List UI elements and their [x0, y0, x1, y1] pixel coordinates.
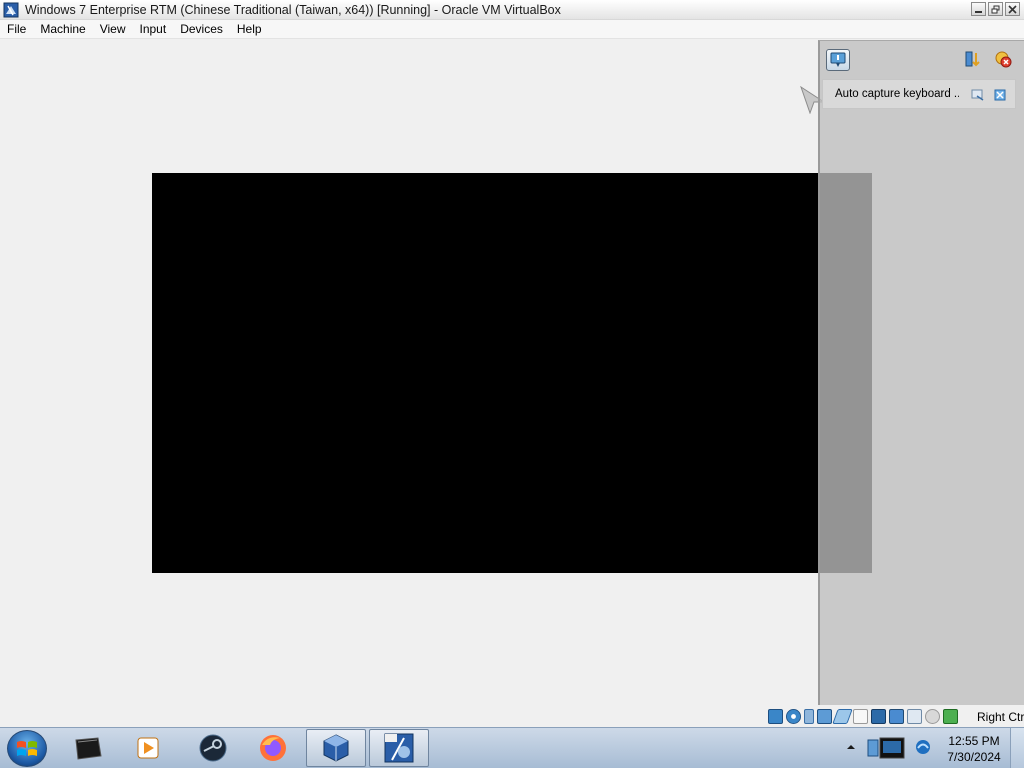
windows-start-icon	[17, 740, 37, 756]
virtualbox-manager-icon	[323, 734, 349, 762]
menu-bar: File Machine View Input Devices Help	[0, 20, 1024, 39]
notification-center-icon	[830, 52, 846, 67]
taskbar-app-terminal[interactable]	[58, 729, 118, 767]
network-monitor-icon[interactable]	[866, 734, 910, 764]
menu-machine[interactable]: Machine	[33, 20, 92, 39]
notification-center-panel: Auto capture keyboard ...	[818, 40, 1024, 705]
dismiss-all-icon[interactable]	[994, 50, 1012, 68]
keyboard-icon[interactable]	[943, 709, 958, 724]
details-icon[interactable]	[971, 88, 985, 102]
minimize-icon	[975, 10, 982, 13]
vm-status-bar: Right Ctrl	[0, 705, 1024, 727]
toggle-ordering-icon[interactable]	[964, 50, 982, 68]
taskbar-app-firefox[interactable]	[243, 729, 303, 767]
menu-input[interactable]: Input	[133, 20, 174, 39]
audio-icon[interactable]	[804, 709, 814, 724]
window-title: Windows 7 Enterprise RTM (Chinese Tradit…	[25, 2, 561, 17]
taskbar-app-steam[interactable]	[183, 729, 243, 767]
edge-icon[interactable]	[914, 738, 932, 756]
virtualbox-icon	[3, 2, 19, 17]
notification-text: Auto capture keyboard ...	[835, 88, 959, 100]
shared-folders-icon[interactable]	[853, 709, 868, 724]
taskbar: 12:55 PM 7/30/2024	[0, 727, 1024, 768]
close-button[interactable]	[1005, 2, 1020, 16]
host-key-label: Right Ctrl	[977, 710, 1024, 724]
cpu-icon[interactable]	[925, 709, 940, 724]
minimize-button[interactable]	[971, 2, 986, 16]
vm-screen[interactable]	[152, 173, 872, 573]
close-icon	[1008, 4, 1017, 14]
start-button[interactable]	[7, 730, 47, 767]
terminal-icon	[75, 737, 102, 760]
show-hidden-icons-icon[interactable]	[846, 742, 856, 752]
title-bar[interactable]: Windows 7 Enterprise RTM (Chinese Tradit…	[0, 0, 1024, 20]
optical-drive-icon[interactable]	[786, 709, 801, 724]
clock-date: 7/30/2024	[947, 750, 1001, 764]
taskbar-app-virtualbox-manager[interactable]	[306, 729, 366, 767]
notification-center-button[interactable]	[826, 49, 850, 71]
mouse-integration-icon[interactable]	[907, 709, 922, 724]
restore-button[interactable]	[988, 2, 1003, 16]
media-player-icon	[137, 737, 159, 759]
notification-center-toolbar	[820, 41, 1024, 75]
firefox-icon	[260, 735, 286, 761]
clock-time: 12:55 PM	[948, 734, 1000, 748]
taskbar-app-virtualbox-vm[interactable]	[369, 729, 429, 767]
menu-devices[interactable]: Devices	[173, 20, 230, 39]
menu-view[interactable]: View	[93, 20, 133, 39]
menu-file[interactable]: File	[0, 20, 33, 39]
virtualbox-vm-icon	[384, 733, 414, 763]
hard-disk-icon[interactable]	[768, 709, 783, 724]
display-icon[interactable]	[871, 709, 886, 724]
close-icon[interactable]	[993, 88, 1007, 102]
notification-item[interactable]: Auto capture keyboard ...	[822, 79, 1016, 109]
usb-icon[interactable]	[832, 709, 853, 724]
steam-icon	[199, 734, 227, 762]
restore-icon	[991, 5, 1000, 13]
video-capture-icon[interactable]	[889, 709, 904, 724]
taskbar-app-media-player[interactable]	[118, 729, 178, 767]
taskbar-clock[interactable]: 12:55 PM 7/30/2024	[940, 733, 1008, 765]
show-desktop-button[interactable]	[1010, 728, 1024, 768]
network-icon[interactable]	[817, 709, 832, 724]
menu-help[interactable]: Help	[230, 20, 269, 39]
